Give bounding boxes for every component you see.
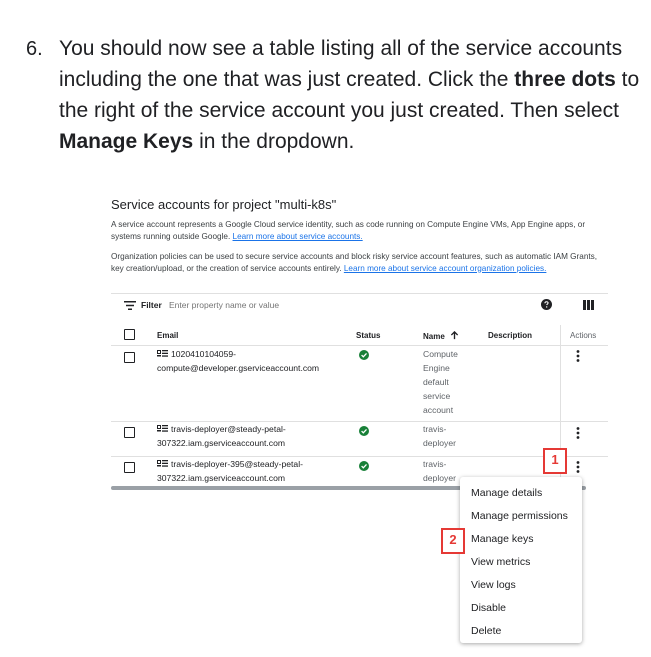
menu-item-manage-details[interactable]: Manage details [471,487,542,499]
name-line: default [423,377,449,387]
menu-item-view-logs[interactable]: View logs [471,579,516,591]
table-header: Email Status Name Description Actions [111,325,608,346]
column-display-icon[interactable] [583,300,594,310]
service-account-email[interactable]: travis-deployer-395@steady-petal- 307322.… [157,457,303,485]
status-enabled-icon [359,350,369,360]
menu-item-view-metrics[interactable]: View metrics [471,556,530,568]
name-line: account [423,405,454,415]
description-service-accounts: A service account represents a Google Cl… [111,219,606,242]
callout-badge-2: 2 [441,528,465,554]
name-line: travis- [423,424,447,434]
service-account-icon [157,425,168,432]
step-text-part3: in the dropdown. [193,130,355,153]
filter-icon[interactable] [124,301,136,310]
step-bold-three-dots: three dots [514,68,616,91]
status-enabled-icon [359,426,369,436]
select-all-checkbox[interactable] [124,329,135,340]
step-number: 6. [26,38,43,60]
step-text: You should now see a table listing all o… [59,33,644,157]
column-name-label: Name [423,332,445,341]
service-account-email[interactable]: 1020410104059- compute@developer.gservice… [157,347,319,375]
column-email[interactable]: Email [157,331,178,340]
callout-badge-1: 1 [543,448,567,474]
service-account-icon [157,460,168,467]
name-line: Compute [423,349,458,359]
column-status[interactable]: Status [356,331,380,340]
menu-item-delete[interactable]: Delete [471,625,501,637]
email-line-2: 307322.iam.gserviceaccount.com [157,438,286,448]
service-account-name: Compute Engine default service account [423,347,458,417]
learn-more-org-policies-link[interactable]: Learn more about service account organiz… [344,264,547,273]
table-row: travis-deployer@steady-petal- 307322.iam.… [111,422,608,457]
email-line-1: travis-deployer-395@steady-petal- [171,459,303,469]
actions-dropdown-menu: Manage details Manage permissions Manage… [460,477,582,643]
row-checkbox[interactable] [124,352,135,363]
description-org-policies: Organization policies can be used to sec… [111,251,606,274]
row-checkbox[interactable] [124,462,135,473]
filter-label: Filter [141,300,162,310]
row-checkbox[interactable] [124,427,135,438]
name-line: Engine [423,363,450,373]
name-line: travis- [423,459,447,469]
email-line-1: travis-deployer@steady-petal- [171,424,286,434]
column-name[interactable]: Name [423,330,459,341]
menu-item-manage-keys[interactable]: Manage keys [471,533,533,545]
filter-input[interactable] [169,300,369,310]
status-enabled-icon [359,461,369,471]
page-title: Service accounts for project "multi-k8s" [111,197,337,212]
email-line-1: 1020410104059- [171,349,236,359]
email-line-2: compute@developer.gserviceaccount.com [157,363,320,373]
table-row: 1020410104059- compute@developer.gservice… [111,346,608,422]
column-actions: Actions [570,331,597,340]
sort-ascending-icon [450,330,459,340]
menu-item-disable[interactable]: Disable [471,602,506,614]
name-line: deployer [423,438,456,448]
email-line-2: 307322.iam.gserviceaccount.com [157,473,286,483]
name-line: service [423,391,451,401]
learn-more-service-accounts-link[interactable]: Learn more about service accounts. [233,232,363,241]
more-actions-icon[interactable] [576,350,580,362]
more-actions-icon[interactable] [576,461,580,473]
service-account-email[interactable]: travis-deployer@steady-petal- 307322.iam.… [157,422,286,450]
console-screenshot: Service accounts for project "multi-k8s"… [105,190,610,650]
service-account-icon [157,350,168,357]
menu-item-manage-permissions[interactable]: Manage permissions [471,510,568,522]
more-actions-icon[interactable] [576,427,580,439]
column-description[interactable]: Description [488,331,532,340]
service-account-name: travis- deployer [423,422,456,450]
help-icon[interactable] [541,299,552,310]
service-account-name: travis- deployer [423,457,456,485]
step-bold-manage-keys: Manage Keys [59,130,194,153]
name-line: deployer [423,473,456,483]
filter-toolbar: Filter [111,293,608,316]
